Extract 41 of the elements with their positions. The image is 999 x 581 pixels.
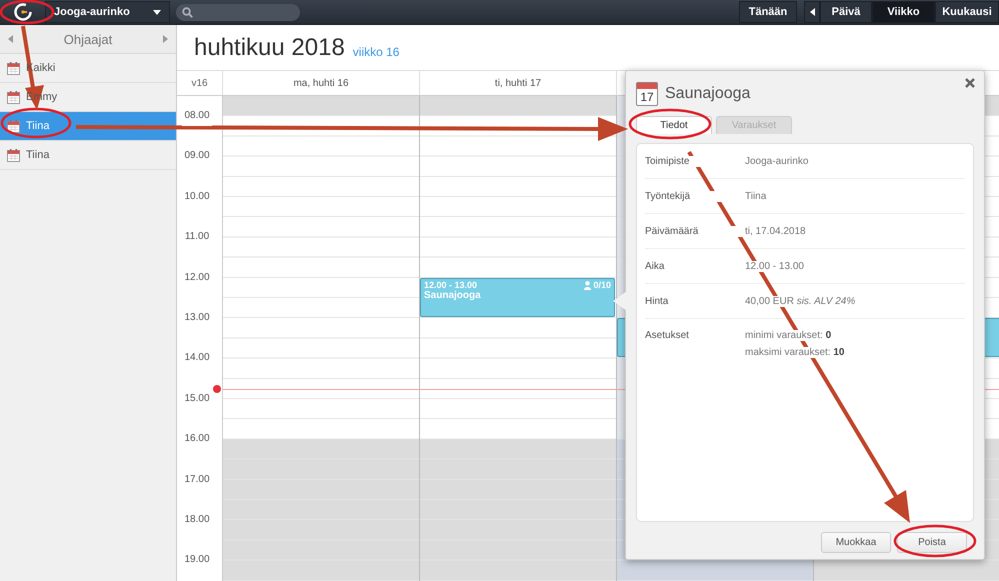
popup-title: Saunajooga [665,85,750,103]
edit-button[interactable]: Muokkaa [821,532,891,553]
day-header: ma, huhti 16 [223,71,420,95]
field-value: 12.00 - 13.00 [745,260,804,272]
calendar-icon [7,148,20,162]
left-arrow-icon [810,8,814,16]
field-label: Päivämäärä [645,226,745,236]
search-field[interactable] [176,4,300,20]
sidebar-item[interactable]: Tiina [0,141,176,170]
view-button[interactable]: Kuukausi [935,1,999,23]
calendar-icon [7,90,20,104]
close-icon[interactable] [965,78,975,88]
day-header: ti, huhti 17 [420,71,617,95]
week-number: v16 [177,71,223,95]
calendar-icon [7,120,20,132]
view-button[interactable]: Tänään [739,1,797,23]
field-value: maksimi varaukset: 10 [745,347,844,358]
field-value: Jooga-aurinko [745,156,808,166]
field-value: minimi varaukset: 0 [745,330,832,341]
location-dropdown[interactable]: Jooga-aurinko [45,1,170,23]
logo-icon[interactable] [12,2,32,22]
person-icon [584,280,592,290]
current-time-dot [213,385,221,393]
tab[interactable]: Tiedot [636,116,712,134]
delete-button[interactable]: Poista [897,532,967,553]
previous-button[interactable] [804,1,820,23]
event-time: 12.00 - 13.00 [424,280,478,290]
caret-icon [153,10,161,14]
calendar-icon [7,62,20,74]
event-title: Saunajooga [424,290,482,301]
view-button[interactable]: Päivä [820,1,872,23]
field-value: 40,00 EUR sis. ALV 24% [745,296,856,306]
annotation-ellipse [0,108,72,138]
field-value: ti, 17.04.2018 [745,226,806,236]
view-button[interactable]: Viikko [872,1,935,23]
sidebar-title: Ohjaajat [64,32,112,46]
month-title: huhtikuu 2018 [194,34,345,62]
search-icon [182,6,193,18]
attendee-count: 0/10 [593,280,611,290]
calendar-icon: 17 [636,82,658,106]
field-value: Tiina [745,190,766,202]
